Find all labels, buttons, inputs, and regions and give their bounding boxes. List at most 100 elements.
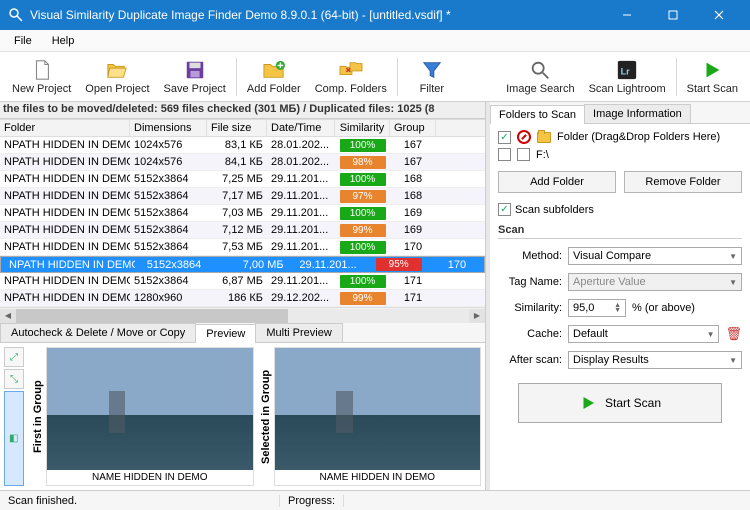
preview-selected: Selected in Group NAME HIDDEN IN DEMO bbox=[258, 347, 482, 486]
scan-subfolders-label: Scan subfolders bbox=[515, 204, 594, 216]
play-icon bbox=[700, 58, 724, 82]
cell-date: 29.11.201... bbox=[267, 207, 335, 219]
table-row[interactable]: NPATH HIDDEN IN DEMO5152x38647,17 МБ29.1… bbox=[0, 188, 485, 205]
compare-folders-button[interactable]: Comp. Folders bbox=[309, 56, 393, 97]
new-project-button[interactable]: New Project bbox=[6, 56, 77, 97]
save-project-button[interactable]: Save Project bbox=[158, 56, 232, 97]
scan-lightroom-button[interactable]: Lr Scan Lightroom bbox=[583, 56, 672, 97]
table-row[interactable]: NPATH HIDDEN IN DEMO1024x57683,1 КБ28.01… bbox=[0, 137, 485, 154]
clear-cache-icon[interactable]: 🗑 bbox=[725, 326, 742, 342]
cell-dimensions: 5152x3864 bbox=[130, 275, 207, 287]
add-folder-button[interactable]: Add Folder bbox=[241, 56, 307, 97]
minimize-button[interactable] bbox=[604, 0, 650, 30]
col-similarity[interactable]: Similarity bbox=[335, 120, 390, 136]
chevron-down-icon: ▼ bbox=[729, 252, 737, 261]
table-row[interactable]: NPATH HIDDEN IN DEMO1280x960186 КБ29.12.… bbox=[0, 290, 485, 307]
cell-similarity: 100% bbox=[335, 173, 390, 186]
start-scan-toolbar-button[interactable]: Start Scan bbox=[681, 56, 744, 97]
first-image[interactable]: NAME HIDDEN IN DEMO bbox=[46, 347, 254, 486]
folder-check[interactable]: ✓ bbox=[498, 131, 511, 144]
tab-multipreview[interactable]: Multi Preview bbox=[255, 323, 342, 342]
close-button[interactable] bbox=[696, 0, 742, 30]
tab-autocheck[interactable]: Autocheck & Delete / Move or Copy bbox=[0, 323, 196, 342]
scan-subfolders-checkbox[interactable]: ✓ Scan subfolders bbox=[498, 203, 742, 216]
scan-summary: the files to be moved/deleted: 569 files… bbox=[0, 102, 485, 119]
cell-size: 7,25 МБ bbox=[207, 173, 267, 185]
cell-group: 168 bbox=[390, 190, 436, 202]
cell-folder: NPATH HIDDEN IN DEMO bbox=[0, 241, 130, 253]
method-select[interactable]: Visual Compare▼ bbox=[568, 247, 742, 265]
start-scan-button[interactable]: Start Scan bbox=[518, 383, 722, 423]
grid-header: Folder Dimensions File size Date/Time Si… bbox=[0, 119, 485, 137]
folder-check[interactable] bbox=[498, 148, 511, 161]
filter-button[interactable]: Filter bbox=[402, 56, 462, 97]
cell-date: 28.01.202... bbox=[267, 139, 335, 151]
tab-preview[interactable]: Preview bbox=[195, 324, 256, 343]
horizontal-scrollbar[interactable]: ◀ ▶ bbox=[0, 307, 485, 323]
cell-group: 169 bbox=[390, 207, 436, 219]
zoom-mode-button[interactable]: ◧ bbox=[4, 391, 24, 486]
maximize-button[interactable] bbox=[650, 0, 696, 30]
table-row[interactable]: NPATH HIDDEN IN DEMO5152x38647,03 МБ29.1… bbox=[0, 205, 485, 222]
similarity-suffix: % (or above) bbox=[632, 302, 695, 314]
cell-date: 29.11.201... bbox=[267, 275, 335, 287]
cell-dimensions: 5152x3864 bbox=[130, 224, 207, 236]
after-scan-select[interactable]: Display Results▼ bbox=[568, 351, 742, 369]
table-row[interactable]: NPATH HIDDEN IN DEMO5152x38647,12 МБ29.1… bbox=[0, 222, 485, 239]
col-filesize[interactable]: File size bbox=[207, 120, 267, 136]
scroll-thumb[interactable] bbox=[16, 309, 288, 323]
cell-date: 29.11.201... bbox=[295, 259, 363, 271]
folder-row[interactable]: F:\ bbox=[498, 148, 742, 161]
selected-image[interactable]: NAME HIDDEN IN DEMO bbox=[274, 347, 482, 486]
cell-similarity: 100% bbox=[335, 241, 390, 254]
save-icon bbox=[183, 58, 207, 82]
lightroom-icon: Lr bbox=[615, 58, 639, 82]
cell-similarity: 100% bbox=[335, 207, 390, 220]
col-folder[interactable]: Folder bbox=[0, 120, 130, 136]
left-pane: the files to be moved/deleted: 569 files… bbox=[0, 102, 486, 490]
new-file-icon bbox=[30, 58, 54, 82]
progress-label: Progress: bbox=[280, 495, 344, 507]
tag-select: Aperture Value▼ bbox=[568, 273, 742, 291]
add-folder-panel-button[interactable]: Add Folder bbox=[498, 171, 616, 193]
status-text: Scan finished. bbox=[0, 495, 280, 507]
col-group[interactable]: Group bbox=[390, 120, 436, 136]
table-row[interactable]: NPATH HIDDEN IN DEMO5152x38647,25 МБ29.1… bbox=[0, 171, 485, 188]
scroll-right-button[interactable]: ▶ bbox=[469, 309, 485, 323]
cell-similarity: 95% bbox=[371, 258, 426, 271]
zoom-actual-button[interactable]: ⤡ bbox=[4, 369, 24, 389]
cache-select[interactable]: Default▼ bbox=[568, 325, 719, 343]
scroll-track[interactable] bbox=[16, 309, 469, 323]
table-row[interactable]: NPATH HIDDEN IN DEMO5152x38646,87 МБ29.1… bbox=[0, 273, 485, 290]
table-row[interactable]: NPATH HIDDEN IN DEMO5152x38647,53 МБ29.1… bbox=[0, 239, 485, 256]
chevron-down-icon: ▼ bbox=[729, 356, 737, 365]
tab-image-information[interactable]: Image Information bbox=[584, 104, 691, 123]
folder-placeholder-row: ✓ Folder (Drag&Drop Folders Here) bbox=[498, 130, 742, 144]
tab-folders-to-scan[interactable]: Folders to Scan bbox=[490, 105, 585, 124]
table-row[interactable]: NPATH HIDDEN IN DEMO5152x38647,00 МБ29.1… bbox=[0, 256, 485, 273]
menu-help[interactable]: Help bbox=[42, 33, 85, 49]
spinner-icon[interactable]: ▲▼ bbox=[614, 303, 621, 313]
scroll-left-button[interactable]: ◀ bbox=[0, 309, 16, 323]
col-datetime[interactable]: Date/Time bbox=[267, 120, 335, 136]
open-project-button[interactable]: Open Project bbox=[79, 56, 155, 97]
cell-group: 168 bbox=[390, 173, 436, 185]
cell-date: 29.12.202... bbox=[267, 292, 335, 304]
scan-section-header: Scan bbox=[498, 222, 742, 239]
similarity-input[interactable]: 95,0▲▼ bbox=[568, 299, 626, 317]
toolbar-separator bbox=[676, 58, 677, 96]
table-row[interactable]: NPATH HIDDEN IN DEMO1024x57684,1 КБ28.01… bbox=[0, 154, 485, 171]
open-folder-icon bbox=[105, 58, 129, 82]
folder-exclude-check[interactable] bbox=[517, 148, 530, 161]
cell-group: 167 bbox=[390, 156, 436, 168]
cell-group: 171 bbox=[390, 275, 436, 287]
image-search-button[interactable]: Image Search bbox=[500, 56, 580, 97]
statusbar: Scan finished. Progress: bbox=[0, 490, 750, 510]
cell-dimensions: 1024x576 bbox=[130, 156, 207, 168]
exclude-icon[interactable] bbox=[517, 130, 531, 144]
menu-file[interactable]: File bbox=[4, 33, 42, 49]
zoom-fit-button[interactable]: ⤢ bbox=[4, 347, 24, 367]
titlebar: Visual Similarity Duplicate Image Finder… bbox=[0, 0, 750, 30]
remove-folder-button[interactable]: Remove Folder bbox=[624, 171, 742, 193]
col-dimensions[interactable]: Dimensions bbox=[130, 120, 207, 136]
